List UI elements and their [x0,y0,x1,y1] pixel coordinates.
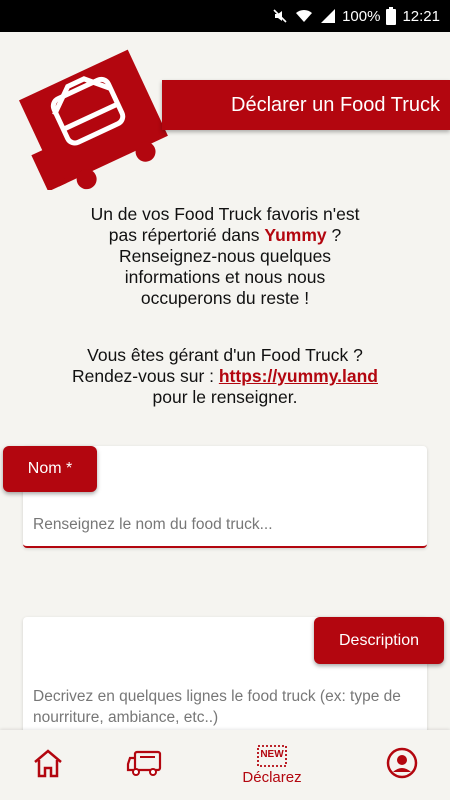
food-truck-logo-icon [18,30,168,192]
battery-percent: 100% [342,7,381,25]
intro-text: Un de vos Food Truck favoris n'est pas r… [40,204,410,309]
intro-line: informations et nous nous [124,267,326,287]
intro-line: occuperons du reste ! [140,288,310,308]
name-label: Nom * [3,446,97,492]
manager-text: Vous êtes gérant d'un Food Truck ? Rende… [40,345,410,408]
nav-food-trucks[interactable] [120,730,168,800]
nav-profile[interactable] [380,730,424,800]
intro-line: Renseignez-nous quelques [118,246,332,266]
manager-line: pour le renseigner. [152,387,298,407]
nav-declare-label: Déclarez [242,768,302,786]
new-badge-text: NEW [260,748,284,760]
user-circle-icon [386,747,418,784]
intro-line: pas répertorié dans Yummy ? [108,225,342,245]
food-truck-icon [126,748,162,783]
new-badge-icon: NEW [257,744,287,767]
status-bar: 100% 12:21 [0,0,450,32]
manager-line: Rendez-vous sur : https://yummy.land [71,366,378,386]
brand-name: Yummy [264,225,327,245]
name-input-placeholder[interactable]: Renseignez le nom du food truck... [33,514,273,535]
page-title-banner: Déclarer un Food Truck [162,80,450,130]
battery-icon [386,7,397,25]
bottom-nav: NEW Déclarez [0,730,450,800]
wifi-icon [294,8,314,24]
description-label: Description [314,617,444,664]
signal-icon [320,8,336,24]
yummy-land-link[interactable]: https://yummy.land [219,366,378,386]
home-icon [32,748,64,783]
page-title: Déclarer un Food Truck [231,93,440,116]
nav-home[interactable] [26,730,70,800]
intro-line: Un de vos Food Truck favoris n'est [90,204,360,224]
clock: 12:21 [402,7,440,25]
manager-line: Vous êtes gérant d'un Food Truck ? [87,345,363,365]
mute-icon [272,8,288,24]
description-input-placeholder[interactable]: Decrivez en quelques lignes le food truc… [33,686,413,728]
nav-declare[interactable]: NEW Déclarez [232,730,312,800]
